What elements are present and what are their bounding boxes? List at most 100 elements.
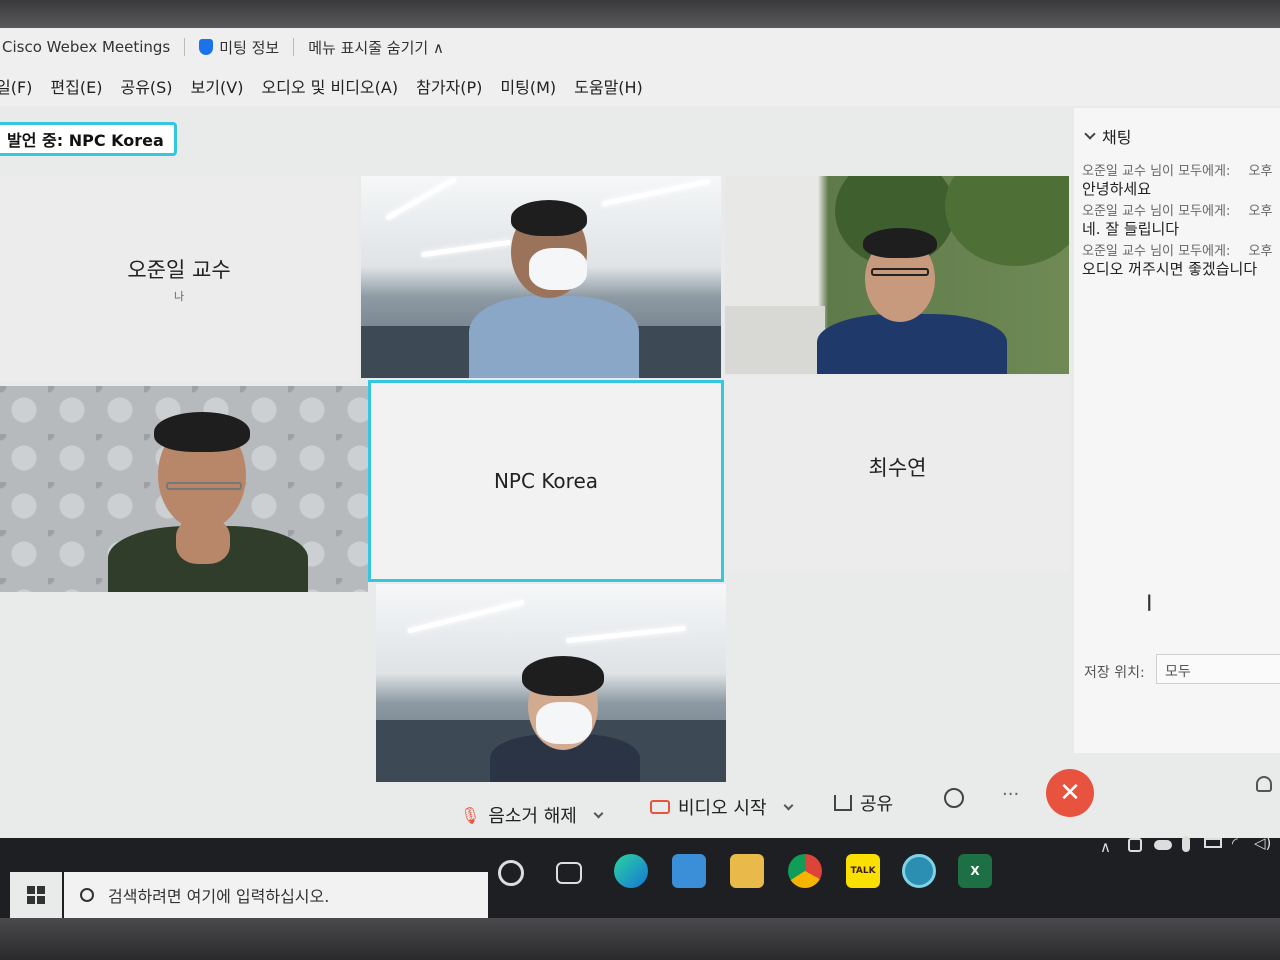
- participant-name: NPC Korea: [493, 469, 599, 493]
- face-mask: [529, 248, 587, 290]
- ceiling-light: [566, 625, 686, 644]
- start-button[interactable]: [10, 872, 62, 918]
- webex-icon[interactable]: [902, 854, 936, 888]
- tree: [945, 176, 1069, 266]
- menu-share[interactable]: 공유(S): [120, 74, 172, 98]
- menu-edit[interactable]: 편집(E): [50, 74, 102, 98]
- person-body: [817, 314, 1007, 374]
- hide-menu-button[interactable]: 메뉴 표시줄 숨기기 ∧: [308, 37, 444, 58]
- person-hair: [154, 412, 250, 452]
- person-hand: [176, 518, 230, 564]
- person-body: [469, 296, 639, 378]
- wifi-icon[interactable]: ◜: [1232, 834, 1238, 852]
- chevron-down-icon[interactable]: [783, 800, 793, 810]
- ceiling-light: [407, 599, 525, 634]
- chat-message-text: 오디오 꺼주시면 좋겠습니다: [1082, 260, 1258, 278]
- glasses: [871, 268, 929, 276]
- windows-logo-icon: [27, 886, 45, 904]
- text-cursor-icon: Ι: [1146, 592, 1153, 617]
- file-explorer-icon[interactable]: [730, 854, 764, 888]
- menu-file[interactable]: 일(F): [0, 74, 32, 98]
- participant-video-1[interactable]: [361, 176, 721, 378]
- menu-participants[interactable]: 참가자(P): [416, 74, 482, 98]
- chat-message-sender: 오준일 교수 님이 모두에게: 오후: [1082, 204, 1273, 219]
- chat-header[interactable]: 채팅: [1084, 124, 1132, 148]
- person-hair: [522, 656, 604, 696]
- search-placeholder: 검색하려면 여기에 입력하십시오.: [108, 887, 330, 906]
- share-icon: [834, 795, 852, 811]
- tray-chevron-up-icon[interactable]: ∧: [1100, 838, 1111, 856]
- taskbar-search[interactable]: 검색하려면 여기에 입력하십시오.: [64, 872, 488, 918]
- active-speaker-badge: 발언 중: NPC Korea: [0, 122, 177, 156]
- participant-video-4[interactable]: [376, 584, 726, 782]
- participant-tile-me[interactable]: 오준일 교수 나: [0, 176, 358, 382]
- volume-icon[interactable]: ◁): [1254, 834, 1271, 852]
- menu-view[interactable]: 보기(V): [191, 74, 244, 98]
- screen-bezel-bottom: [0, 918, 1280, 960]
- save-to-label: 저장 위치:: [1084, 665, 1145, 681]
- save-to-select[interactable]: 모두: [1156, 654, 1280, 684]
- task-view-icon[interactable]: [556, 862, 582, 884]
- participant-name: 오준일 교수: [127, 258, 231, 282]
- divider: [184, 38, 186, 56]
- chevron-down-icon[interactable]: [593, 808, 604, 818]
- ceiling-light: [601, 178, 711, 207]
- glasses: [166, 482, 242, 490]
- leave-meeting-button[interactable]: ✕: [1046, 769, 1094, 817]
- participant-name: 최수연: [868, 456, 927, 480]
- search-icon: [80, 888, 94, 902]
- chat-message-sender: 오준일 교수 님이 모두에게: 오후: [1082, 244, 1273, 259]
- cortana-icon[interactable]: [498, 860, 524, 886]
- unmute-button[interactable]: 🎙 음소거 해제: [460, 802, 604, 828]
- participant-video-3[interactable]: [0, 386, 368, 592]
- start-video-button[interactable]: 비디오 시작: [650, 794, 793, 820]
- menu-audio-video[interactable]: 오디오 및 비디오(A): [261, 74, 398, 98]
- excel-icon[interactable]: X: [958, 854, 992, 888]
- app-title: Cisco Webex Meetings: [2, 38, 171, 56]
- chat-message-text: 네. 잘 들립니다: [1082, 220, 1180, 238]
- share-label: 공유: [860, 794, 894, 815]
- onedrive-icon[interactable]: [1154, 840, 1172, 850]
- participants-icon[interactable]: [1256, 776, 1272, 792]
- ceiling-light: [421, 239, 511, 258]
- share-button[interactable]: 공유: [834, 790, 893, 816]
- participant-video-2[interactable]: [725, 176, 1069, 374]
- start-video-label: 비디오 시작: [678, 798, 767, 819]
- laptop-screen: Cisco Webex Meetings 미팅 정보 메뉴 표시줄 숨기기 ∧ …: [0, 0, 1280, 960]
- meeting-info-label: 미팅 정보: [219, 38, 280, 57]
- sofa: [725, 306, 825, 374]
- meet-now-icon[interactable]: [1128, 838, 1142, 852]
- menu-bar: 일(F) 편집(E) 공유(S) 보기(V) 오디오 및 비디오(A) 참가자(…: [0, 66, 1280, 106]
- person-hair: [863, 228, 937, 258]
- reactions-button[interactable]: [944, 788, 964, 808]
- meeting-info-button[interactable]: 미팅 정보: [199, 37, 279, 58]
- menu-meeting[interactable]: 미팅(M): [500, 74, 556, 98]
- kakaotalk-icon[interactable]: TALK: [846, 854, 880, 888]
- microphone-icon[interactable]: [1182, 836, 1190, 852]
- chat-message-text: 안녕하세요: [1082, 180, 1152, 198]
- chrome-icon[interactable]: [788, 854, 822, 888]
- video-off-icon: [650, 800, 670, 814]
- ceiling-light: [385, 176, 457, 221]
- chevron-down-icon: [1084, 128, 1096, 140]
- edge-icon[interactable]: [614, 854, 648, 888]
- more-options-button[interactable]: ···: [1002, 784, 1019, 805]
- muted-mic-icon: 🎙: [460, 805, 481, 825]
- windows-taskbar: 검색하려면 여기에 입력하십시오. TALK X ∧ ◜ ◁): [0, 834, 1280, 918]
- person-hair: [511, 200, 587, 236]
- menu-help[interactable]: 도움말(H): [574, 74, 643, 98]
- participant-self-label: 나: [173, 290, 185, 303]
- divider: [293, 38, 295, 56]
- mail-icon[interactable]: [672, 854, 706, 888]
- battery-icon[interactable]: [1204, 838, 1222, 848]
- face-mask: [536, 702, 592, 744]
- chat-message-sender: 오준일 교수 님이 모두에게: 오후: [1082, 164, 1273, 179]
- chat-title: 채팅: [1102, 128, 1132, 147]
- shield-icon: [199, 39, 214, 55]
- title-bar: Cisco Webex Meetings 미팅 정보 메뉴 표시줄 숨기기 ∧: [0, 28, 1280, 66]
- screen-bezel-top: [0, 0, 1280, 28]
- chat-panel: 채팅 오준일 교수 님이 모두에게: 오후 안녕하세요 오준일 교수 님이 모두…: [1074, 108, 1280, 753]
- smiley-icon: [944, 788, 964, 808]
- participant-tile-choi[interactable]: 최수연: [726, 376, 1069, 572]
- participant-tile-npc-korea[interactable]: NPC Korea: [368, 380, 724, 582]
